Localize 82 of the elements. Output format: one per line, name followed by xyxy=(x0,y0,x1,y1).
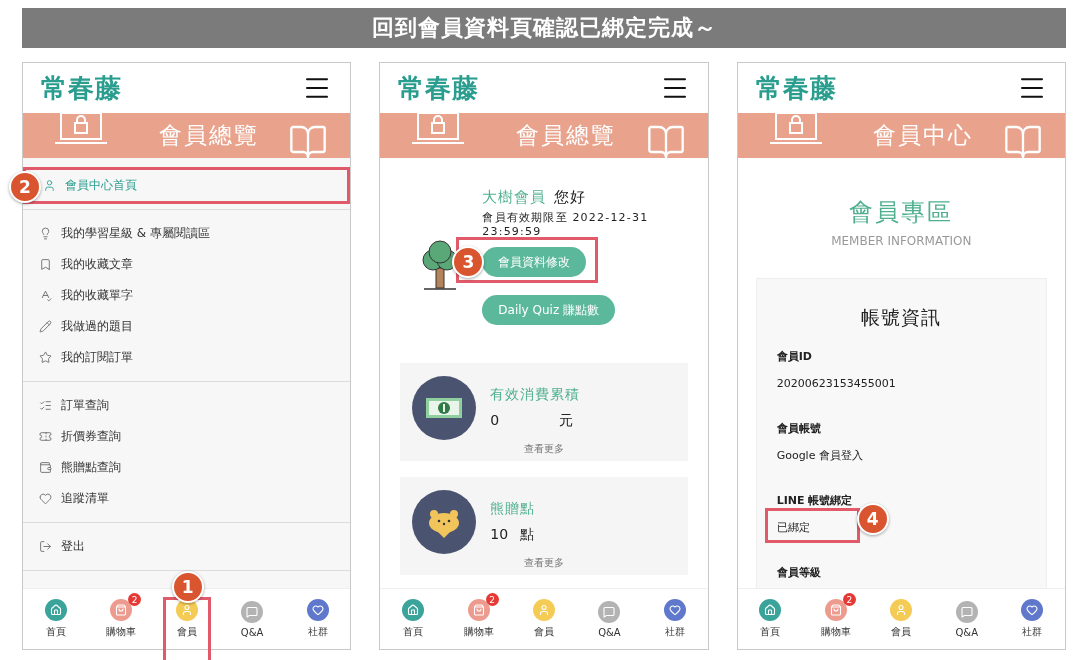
card-value: 0 xyxy=(490,412,500,430)
nav-label[interactable]: 社群 xyxy=(307,625,328,639)
home-icon[interactable] xyxy=(44,599,67,621)
chat-icon[interactable] xyxy=(598,600,621,623)
pencil-icon xyxy=(39,320,52,333)
card-title: 帳號資訊 xyxy=(860,305,943,330)
nav-label[interactable]: 首頁 xyxy=(403,625,424,639)
section-subheading: MEMBER INFORMATION xyxy=(831,234,972,248)
menu-item[interactable]: 熊贈點查詢 xyxy=(23,452,125,483)
banner-title: 會員總覽 xyxy=(158,121,259,150)
bookmark-icon xyxy=(39,258,52,271)
step-badge: 2 xyxy=(9,171,41,203)
banner-title: 會員總覽 xyxy=(516,121,616,150)
heart-icon xyxy=(39,492,52,505)
user-icon[interactable] xyxy=(175,599,198,621)
money-icon xyxy=(412,376,477,440)
card-value: 10 xyxy=(490,526,509,544)
nav-label[interactable]: 購物車 xyxy=(463,625,494,639)
member-level: 大樹會員 xyxy=(482,188,547,207)
menu-item[interactable]: 我的學習星級 & 專屬閱讀區 xyxy=(23,218,214,249)
page-title: 回到會員資料頁確認已綁定完成～ xyxy=(22,8,1066,48)
count-badge: 2 xyxy=(128,593,142,606)
nav-label[interactable]: 購物車 xyxy=(820,625,851,639)
star-icon xyxy=(39,351,52,364)
nav-label[interactable]: 社群 xyxy=(664,625,685,639)
menu-item[interactable]: 我的收藏文章 xyxy=(23,249,137,280)
laptop-lock-icon xyxy=(767,110,824,147)
menu-item[interactable]: 登出 xyxy=(23,531,89,562)
bag-icon[interactable] xyxy=(824,599,847,621)
bag-icon[interactable] xyxy=(467,599,490,621)
list-check-icon xyxy=(39,399,52,412)
menu-item[interactable]: 我的收藏單字 xyxy=(23,280,137,311)
field-label: LINE 帳號綁定 xyxy=(776,493,853,508)
nav-label[interactable]: Q&A xyxy=(955,626,978,638)
more-link[interactable]: 查看更多 xyxy=(524,557,564,568)
banner-title: 會員中心 xyxy=(873,121,974,150)
field-label: 會員等級 xyxy=(776,565,821,580)
field-label: 會員ID xyxy=(776,349,812,364)
nav-label[interactable]: 首頁 xyxy=(45,625,66,639)
field-value: 20200623153455001 xyxy=(776,377,896,390)
home-icon[interactable] xyxy=(402,599,425,621)
field-value: 已綁定 xyxy=(776,521,810,534)
greeting-text: 您好 xyxy=(554,188,587,207)
field-label: 會員帳號 xyxy=(776,421,821,436)
chat-icon[interactable] xyxy=(241,600,264,623)
expiry-text: 會員有效期限至 2022-12-31 23:59:59 xyxy=(482,211,650,239)
menu-item[interactable]: 訂單查詢 xyxy=(23,390,113,421)
logout-icon xyxy=(39,540,52,553)
laptop-lock-icon xyxy=(410,110,467,147)
menu-item[interactable]: 我的訂閱訂單 xyxy=(23,342,137,373)
chat-icon[interactable] xyxy=(955,600,978,623)
nav-label[interactable]: Q&A xyxy=(598,626,621,638)
more-link[interactable]: 查看更多 xyxy=(524,443,564,454)
step-badge: 4 xyxy=(856,503,889,535)
nav-label[interactable]: 首頁 xyxy=(760,625,781,639)
nav-label[interactable]: 會員 xyxy=(891,625,912,639)
nav-label[interactable]: 社群 xyxy=(1022,625,1043,639)
bear-icon xyxy=(412,490,477,554)
bag-icon[interactable] xyxy=(110,599,133,621)
ticket-icon xyxy=(39,430,52,443)
nav-label[interactable]: 購物車 xyxy=(106,625,137,639)
menu-item[interactable]: 我做過的題目 xyxy=(23,311,137,342)
lightbulb-icon xyxy=(39,227,52,240)
nav-label[interactable]: 會員 xyxy=(176,625,197,639)
laptop-lock-icon xyxy=(53,110,109,147)
unit-text: 點 xyxy=(520,526,535,544)
step-badge: 3 xyxy=(452,246,485,278)
wallet-icon xyxy=(39,461,52,474)
count-badge: 2 xyxy=(485,593,499,606)
nav-label[interactable]: Q&A xyxy=(240,626,264,638)
spell-check-icon xyxy=(39,289,52,302)
count-badge: 2 xyxy=(842,593,856,606)
nav-label[interactable]: 會員 xyxy=(533,625,554,639)
card-title: 熊贈點 xyxy=(490,500,536,518)
card-title: 有效消費累積 xyxy=(490,386,581,404)
menu-item[interactable]: 折價券查詢 xyxy=(23,421,125,452)
section-heading: 會員專區 xyxy=(849,197,954,228)
user-icon xyxy=(43,179,56,192)
unit-text: 元 xyxy=(559,412,574,430)
home-icon[interactable] xyxy=(759,599,782,621)
field-value: Google 會員登入 xyxy=(776,449,863,462)
menu-item[interactable]: 追蹤清單 xyxy=(23,483,113,514)
